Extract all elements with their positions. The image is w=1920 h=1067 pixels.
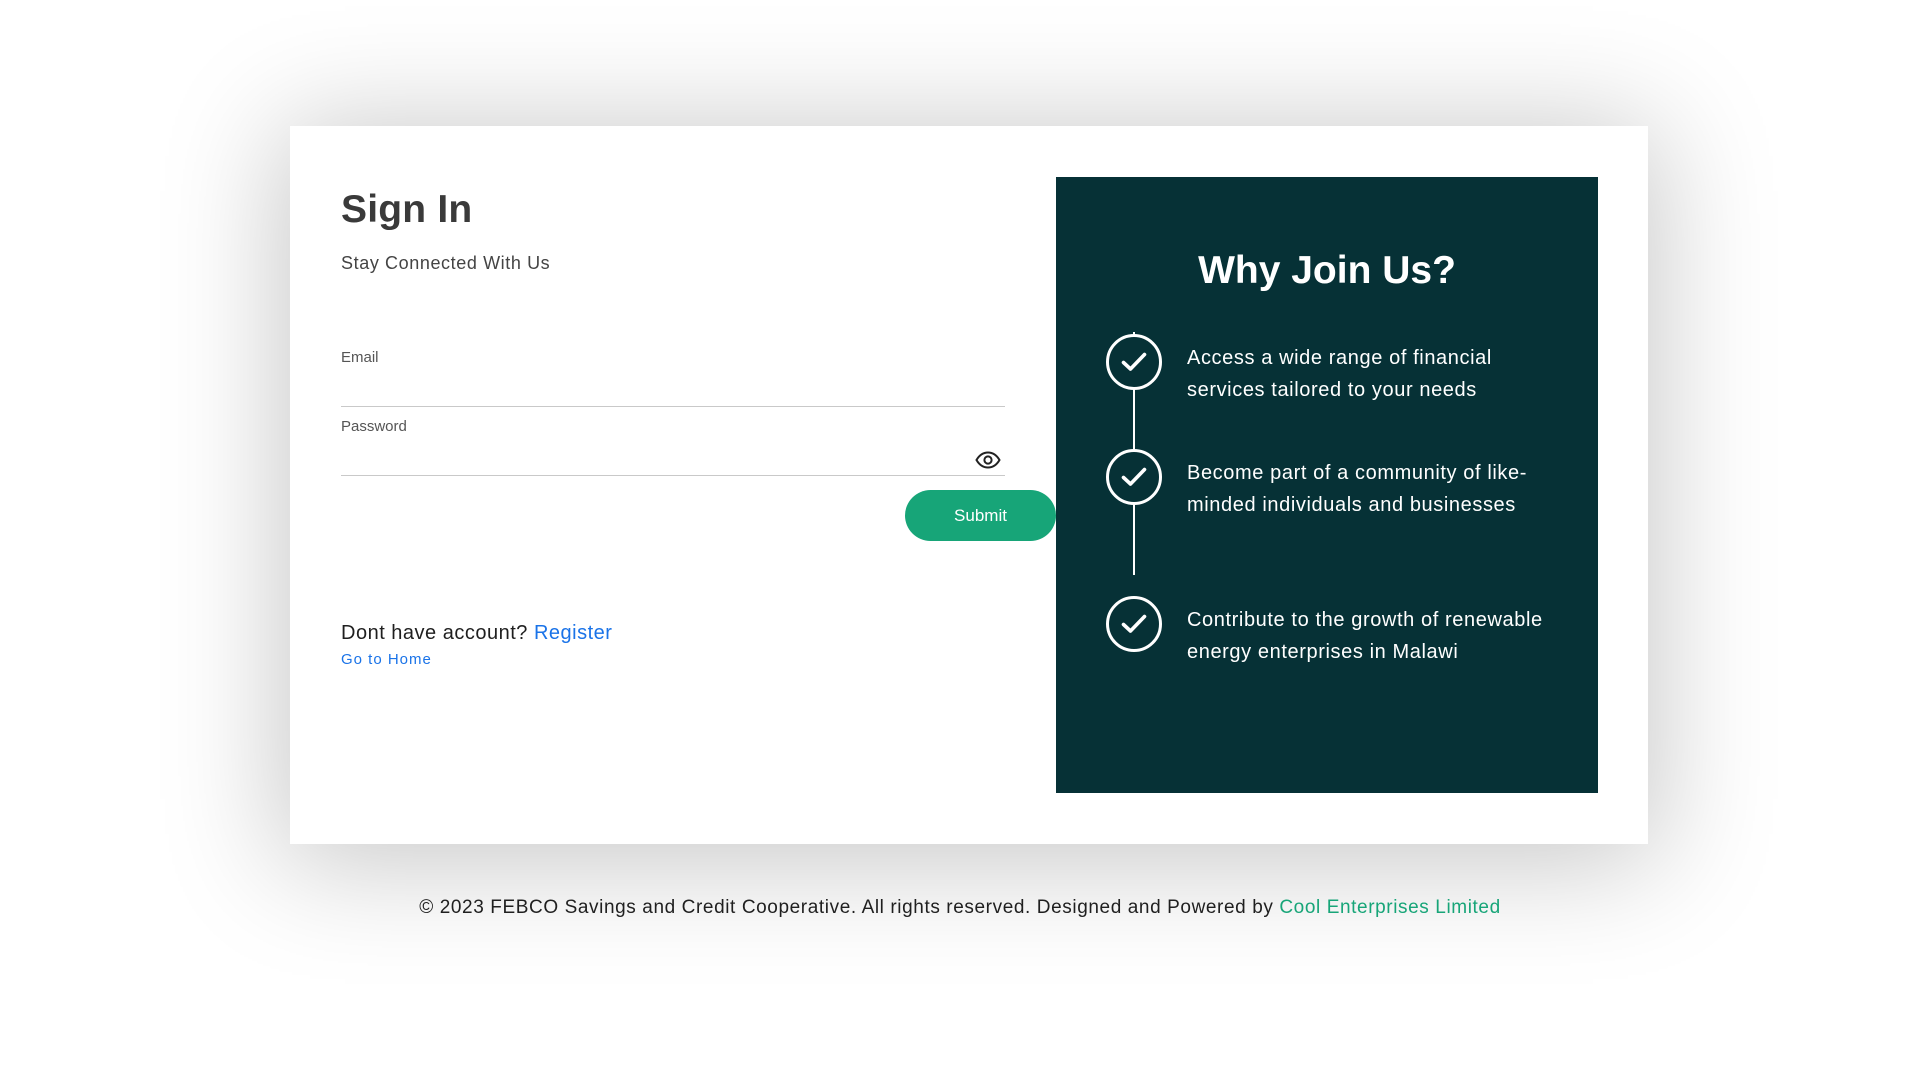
footer: © 2023 FEBCO Savings and Credit Cooperat… <box>0 894 1920 922</box>
show-password-eye-icon[interactable] <box>975 451 1001 469</box>
footer-copyright: © 2023 FEBCO Savings and Credit Cooperat… <box>419 897 1274 918</box>
password-input[interactable] <box>341 447 961 471</box>
submit-button[interactable]: Submit <box>905 490 1056 541</box>
no-account-text: Dont have account? <box>341 622 528 644</box>
footer-company-link[interactable]: Cool Enterprises Limited <box>1279 897 1500 918</box>
benefit-text: Become part of a community of like-minde… <box>1187 462 1528 516</box>
benefit-text: Access a wide range of financial service… <box>1187 347 1492 401</box>
benefit-text: Contribute to the growth of renewable en… <box>1187 609 1543 663</box>
register-prompt: Dont have account? Register <box>341 622 612 645</box>
why-join-panel: Why Join Us? Access a wide range of fina… <box>1056 177 1598 793</box>
why-join-title: Why Join Us? <box>1198 249 1456 292</box>
email-input[interactable] <box>341 378 961 402</box>
register-link[interactable]: Register <box>534 622 612 644</box>
email-label: Email <box>341 349 379 366</box>
password-label: Password <box>341 418 407 435</box>
page-subtitle: Stay Connected With Us <box>341 253 551 273</box>
signin-card: Sign In Stay Connected With Us Email Pas… <box>290 126 1648 844</box>
check-circle-icon <box>1106 449 1162 505</box>
email-field: Email <box>341 337 1005 407</box>
check-circle-icon <box>1106 334 1162 390</box>
password-field: Password <box>341 406 1005 476</box>
check-circle-icon <box>1106 596 1162 652</box>
signin-form-section: Sign In Stay Connected With Us Email Pas… <box>341 126 1056 844</box>
page-title: Sign In <box>341 188 473 231</box>
go-to-home-link[interactable]: Go to Home <box>341 651 432 668</box>
